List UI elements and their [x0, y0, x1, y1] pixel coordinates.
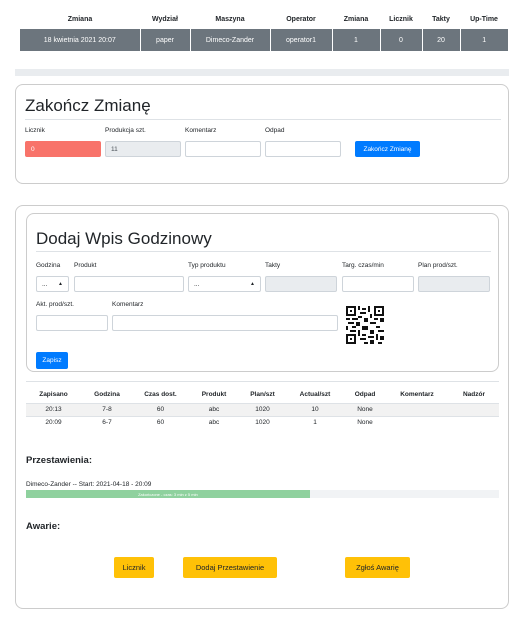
shift-operator: operator1 [270, 29, 333, 51]
shift-row: 18 kwietnia 2021 20:07 paper Dimeco-Zand… [20, 29, 508, 51]
target-input[interactable] [342, 276, 414, 292]
shift-col-header: Licznik [389, 16, 413, 23]
log-time: 60 [133, 402, 188, 416]
log-product: abc [188, 402, 240, 416]
log-col-header: Czas dost. [144, 391, 177, 399]
shift-machine: Dimeco-Zander [190, 29, 271, 51]
end-shift-divider [25, 119, 501, 120]
shift-col-header: Takty [432, 16, 450, 23]
hourly-log-table: Zapisano Godzina Czas dost. Produkt Plan… [26, 387, 499, 429]
log-waste: None [345, 415, 385, 429]
log-saved: 20:13 [26, 402, 81, 416]
hourly-section-card: Dodaj Wpis Godzinowy Godzina ... ▲ Produ… [15, 205, 509, 609]
log-time: 60 [133, 415, 188, 429]
shift-col-header: Operator [286, 16, 316, 23]
hourly-divider [36, 251, 491, 252]
log-col-header: Plan/szt [250, 391, 275, 399]
production-label: Produkcja szt. [105, 127, 146, 134]
table-row: 20:09 6-7 60 abc 1020 1 None [26, 415, 499, 429]
shift-col-header: Zmiana [67, 16, 93, 23]
log-actual: 1 [285, 415, 345, 429]
takty-input [265, 276, 337, 292]
divider-bar [15, 69, 509, 76]
changeovers-title: Przestawienia: [26, 455, 92, 466]
changeover-progress-fill: Zakończone - czas: 3 min z 5 min [26, 490, 310, 498]
table-row: 20:13 7-8 60 abc 1020 10 None [26, 402, 499, 416]
end-shift-title: Zakończ Zmianę [25, 96, 151, 115]
log-col-header: Komentarz [400, 391, 434, 399]
target-label: Targ. czas/min [342, 262, 384, 269]
hourly-title: Dodaj Wpis Godzinowy [36, 229, 212, 248]
updown-arrow-icon: ▲ [250, 281, 255, 287]
takty-label: Takty [265, 262, 281, 269]
log-hour: 7-8 [81, 402, 133, 416]
actual-input[interactable] [36, 315, 108, 331]
updown-arrow-icon: ▲ [58, 281, 63, 287]
log-product: abc [188, 415, 240, 429]
log-comment [385, 415, 449, 429]
shift-date: 18 kwietnia 2021 20:07 [20, 29, 141, 51]
product-input[interactable] [74, 276, 184, 292]
log-col-header: Actual/szt [299, 391, 331, 399]
log-hour: 6-7 [81, 415, 133, 429]
shift-takty: 20 [422, 29, 461, 51]
log-col-header: Nadzór [462, 391, 486, 399]
shift-col-header: Maszyna [215, 16, 245, 23]
log-plan: 1020 [240, 402, 285, 416]
log-waste: None [345, 402, 385, 416]
counter-input[interactable]: 0 [25, 141, 101, 157]
waste-input[interactable] [265, 141, 341, 157]
hourly-comment-label: Komentarz [112, 301, 144, 308]
counter-button[interactable]: Licznik [114, 557, 154, 578]
log-supervision [449, 415, 499, 429]
log-saved: 20:09 [26, 415, 81, 429]
product-type-label: Typ produktu [188, 262, 226, 269]
changeover-progress: Zakończone - czas: 3 min z 5 min [26, 490, 499, 498]
product-type-value: ... [194, 280, 200, 288]
hourly-comment-input[interactable] [112, 315, 338, 331]
section-divider [26, 381, 499, 382]
plan-label: Plan prod/szt. [418, 262, 458, 269]
shift-col-header: Up-Time [470, 16, 498, 23]
qr-code-icon [346, 306, 384, 344]
production-input: 11 [105, 141, 181, 157]
hour-select[interactable]: ... ▲ [36, 276, 69, 292]
log-col-header: Odpad [354, 391, 376, 399]
end-comment-label: Komentarz [185, 127, 217, 134]
changeover-entry: Dimeco-Zander -- Start: 2021-04-18 - 20:… [26, 481, 152, 488]
shift-department: paper [140, 29, 191, 51]
hourly-entry-card: Dodaj Wpis Godzinowy Godzina ... ▲ Produ… [26, 213, 499, 372]
log-supervision [449, 402, 499, 416]
shift-col-header: Zmiana [343, 16, 369, 23]
log-comment [385, 402, 449, 416]
changeover-progress-label: Zakończone - czas: 3 min z 5 min [138, 491, 198, 497]
hour-label: Godzina [36, 262, 61, 269]
shift-uptime: 1 [460, 29, 508, 51]
end-shift-card: Zakończ Zmianę Licznik 0 Produkcja szt. … [15, 84, 509, 184]
save-button[interactable]: Zapisz [36, 352, 68, 369]
plan-input [418, 276, 490, 292]
report-failure-button[interactable]: Zgłoś Awarię [345, 557, 410, 578]
log-col-header: Godzina [94, 391, 120, 399]
hour-select-value: ... [42, 280, 48, 288]
product-label: Produkt [74, 262, 97, 269]
end-comment-input[interactable] [185, 141, 261, 157]
add-changeover-button[interactable]: Dodaj Przestawienie [183, 557, 277, 578]
counter-label: Licznik [25, 127, 45, 134]
log-col-header: Zapisano [39, 391, 68, 399]
shift-number: 1 [332, 29, 381, 51]
log-plan: 1020 [240, 415, 285, 429]
shift-table: Zmiana Wydział Maszyna Operator Zmiana L… [20, 10, 508, 51]
shift-col-header: Wydział [152, 16, 178, 23]
actual-label: Akt. prod/szt. [36, 301, 74, 308]
failures-title: Awarie: [26, 521, 61, 532]
shift-counter: 0 [380, 29, 423, 51]
product-type-select[interactable]: ... ▲ [188, 276, 261, 292]
end-shift-button[interactable]: Zakończ Zmianę [355, 141, 420, 157]
waste-label: Odpad [265, 127, 285, 134]
log-actual: 10 [285, 402, 345, 416]
log-col-header: Produkt [201, 391, 227, 399]
